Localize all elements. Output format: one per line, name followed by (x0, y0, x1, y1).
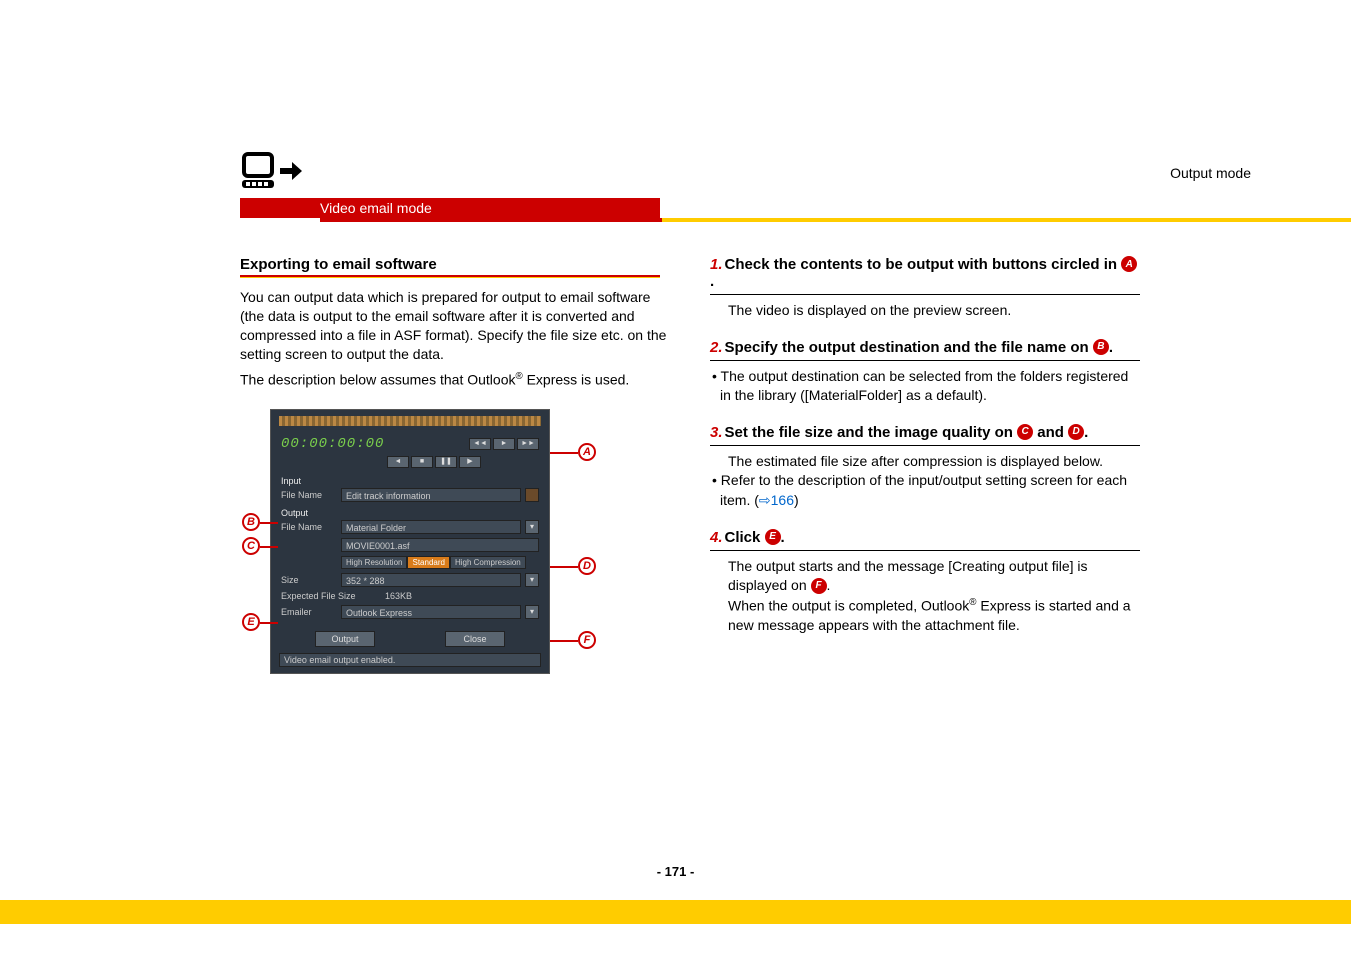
inline-callout-b: B (1093, 339, 1109, 355)
step3-num: 3. (710, 424, 723, 441)
close-button[interactable]: Close (445, 631, 505, 647)
status-bar: Video email output enabled. (279, 653, 541, 667)
step3-text-mid: and (1033, 424, 1068, 441)
screenshot-container: 00:00:00:00 ◄◄ ► ►► ◄ ■ ❚❚ (270, 409, 670, 674)
folder-icon[interactable] (525, 488, 539, 502)
tab-standard[interactable]: Standard (407, 556, 449, 569)
step4-body1b: . (827, 577, 831, 593)
timecode-display: 00:00:00:00 (281, 436, 384, 452)
heading-rule (240, 275, 660, 278)
inline-callout-d: D (1068, 424, 1084, 440)
bottom-bar (0, 900, 1351, 924)
step2-text-a: Specify the output destination and the f… (725, 339, 1093, 356)
inline-callout-c: C (1017, 424, 1033, 440)
app-screenshot: 00:00:00:00 ◄◄ ► ►► ◄ ■ ❚❚ (270, 409, 550, 674)
step2-num: 2. (710, 339, 723, 356)
link-arrow-icon: ⇨ (759, 492, 771, 508)
output-filename-label: File Name (281, 522, 337, 532)
expected-size-label: Expected File Size (281, 591, 381, 601)
device-output-icon (240, 150, 302, 195)
film-strip-icon (279, 416, 541, 426)
size-field[interactable]: 352 * 288 (341, 573, 521, 587)
tab-high-compression[interactable]: High Compression (450, 556, 526, 569)
output-button[interactable]: Output (315, 631, 375, 647)
inline-callout-a: A (1121, 256, 1137, 272)
output-mode-label: Output mode (1170, 165, 1251, 181)
step2-heading: 2.Specify the output destination and the… (710, 339, 1140, 356)
callout-c: C (242, 537, 260, 555)
step2-bullet: • The output destination can be selected… (710, 367, 1140, 406)
stop-button[interactable]: ■ (411, 456, 433, 468)
input-filename-label: File Name (281, 490, 337, 500)
step1-heading: 1.Check the contents to be output with b… (710, 256, 1140, 290)
step2-text-b: . (1109, 339, 1113, 356)
callout-b: B (242, 513, 260, 531)
pause-button[interactable]: ❚❚ (435, 456, 457, 468)
step4-body2a: When the output is completed, Outlook (728, 598, 969, 614)
step4-body1a: The output starts and the message [Creat… (728, 558, 1088, 594)
step1-text-a: Check the contents to be output with but… (725, 256, 1122, 273)
rewind-button[interactable]: ◄◄ (469, 438, 491, 450)
step4-num: 4. (710, 529, 723, 546)
step-back-button[interactable]: ◄ (387, 456, 409, 468)
page-link-166[interactable]: 166 (771, 492, 794, 508)
step1-text-b: . (710, 273, 714, 290)
callout-a: A (578, 443, 596, 461)
step3-body1: The estimated file size after compressio… (710, 452, 1140, 472)
step4-text-b: . (781, 529, 785, 546)
step-fwd-button[interactable]: ▶ (459, 456, 481, 468)
page-number: - 171 - (0, 864, 1351, 879)
callout-f: F (578, 631, 596, 649)
header-divider (320, 218, 1351, 222)
step4-body1: The output starts and the message [Creat… (710, 557, 1140, 596)
step3-text-b: . (1084, 424, 1088, 441)
dropdown-icon[interactable]: ▾ (525, 605, 539, 619)
fastfwd-button[interactable]: ►► (517, 438, 539, 450)
inline-callout-e: E (765, 529, 781, 545)
header-bar: Video email mode (240, 198, 660, 218)
step3-bullet-b: ) (794, 492, 799, 508)
input-section-label: Input (271, 472, 549, 486)
play-button[interactable]: ► (493, 438, 515, 450)
exporting-heading: Exporting to email software (240, 256, 670, 273)
step3-bullet: • Refer to the description of the input/… (710, 471, 1140, 510)
para2-a: The description below assumes that Outlo… (240, 371, 515, 387)
step4-body2: When the output is completed, Outlook® E… (710, 596, 1140, 636)
paragraph-1: You can output data which is prepared fo… (240, 288, 670, 364)
output-file-field[interactable]: MOVIE0001.asf (341, 538, 539, 552)
para2-b: Express is used. (523, 371, 630, 387)
step4-heading: 4.Click E. (710, 529, 1140, 546)
transport-controls: ◄◄ ► ►► (469, 438, 539, 450)
expected-size-value: 163KB (385, 591, 412, 601)
tab-high-resolution[interactable]: High Resolution (341, 556, 407, 569)
step4-text-a: Click (725, 529, 765, 546)
inline-callout-f: F (811, 578, 827, 594)
emailer-field[interactable]: Outlook Express (341, 605, 521, 619)
dropdown-icon[interactable]: ▾ (525, 520, 539, 534)
step3-text-a: Set the file size and the image quality … (725, 424, 1018, 441)
size-label: Size (281, 575, 337, 585)
callout-d: D (578, 557, 596, 575)
callout-e: E (242, 613, 260, 631)
output-folder-field[interactable]: Material Folder (341, 520, 521, 534)
step1-num: 1. (710, 256, 723, 273)
output-section-label: Output (271, 504, 549, 518)
dropdown-icon[interactable]: ▾ (525, 573, 539, 587)
input-filename-field[interactable]: Edit track information (341, 488, 521, 502)
step1-body: The video is displayed on the preview sc… (710, 301, 1140, 321)
paragraph-2: The description below assumes that Outlo… (240, 370, 670, 390)
emailer-label: Emailer (281, 607, 337, 617)
step3-heading: 3.Set the file size and the image qualit… (710, 424, 1140, 441)
